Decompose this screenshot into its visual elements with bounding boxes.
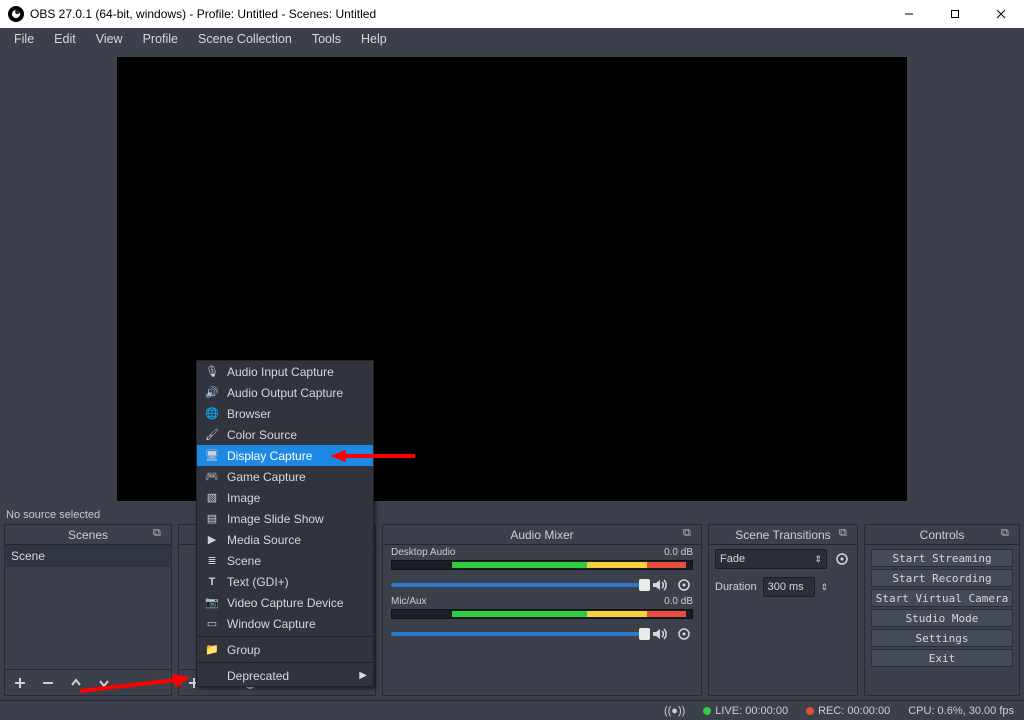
speaker-icon: 🔊	[205, 386, 219, 400]
microphone-icon: 🎙	[205, 365, 219, 379]
menu-help[interactable]: Help	[351, 29, 397, 49]
rec-indicator-icon	[806, 707, 814, 715]
obs-logo-icon	[8, 6, 24, 22]
play-icon: ▶	[205, 533, 219, 547]
ctx-audio-output-capture[interactable]: 🔊Audio Output Capture	[197, 382, 373, 403]
ctx-audio-input-capture[interactable]: 🎙Audio Input Capture	[197, 361, 373, 382]
mixer-track: Mic/Aux 0.0 dB	[383, 594, 701, 643]
popout-icon[interactable]: ⧉	[683, 527, 697, 541]
start-streaming-button[interactable]: Start Streaming	[871, 549, 1013, 567]
settings-button[interactable]: Settings	[871, 629, 1013, 647]
transitions-panel: Scene Transitions ⧉ Fade⇕ Duration 300 ms…	[708, 524, 858, 696]
controls-panel: Controls ⧉ Start Streaming Start Recordin…	[864, 524, 1020, 696]
ctx-deprecated[interactable]: Deprecated▶	[197, 665, 373, 686]
popout-icon[interactable]: ⧉	[1001, 527, 1015, 541]
slideshow-icon: ▤	[205, 512, 219, 526]
globe-icon: 🌐	[205, 407, 219, 421]
ctx-media-source[interactable]: ▶Media Source	[197, 529, 373, 550]
window-close-button[interactable]	[978, 0, 1024, 28]
gamepad-icon: 🎮	[205, 470, 219, 484]
window-titlebar: OBS 27.0.1 (64-bit, windows) - Profile: …	[0, 0, 1024, 28]
mixer-track-name: Mic/Aux	[391, 596, 427, 607]
ctx-color-source[interactable]: 🖌Color Source	[197, 424, 373, 445]
mixer-track-db: 0.0 dB	[664, 547, 693, 558]
audio-mixer-panel: Audio Mixer ⧉ Desktop Audio 0.0 dB Mic/Aux…	[382, 524, 702, 696]
add-scene-button[interactable]	[11, 674, 29, 692]
ctx-video-capture-device[interactable]: 📷Video Capture Device	[197, 592, 373, 613]
volume-slider[interactable]	[391, 583, 645, 587]
transition-settings-button[interactable]	[833, 550, 851, 568]
volume-slider[interactable]	[391, 632, 645, 636]
annotation-arrow	[330, 448, 415, 464]
camera-icon: 📷	[205, 596, 219, 610]
ctx-browser[interactable]: 🌐Browser	[197, 403, 373, 424]
window-icon: ▭	[205, 617, 219, 631]
track-settings-button[interactable]	[675, 625, 693, 643]
remove-scene-button[interactable]	[39, 674, 57, 692]
start-recording-button[interactable]: Start Recording	[871, 569, 1013, 587]
text-icon: T	[205, 575, 219, 589]
scenes-panel: Scenes ⧉ Scene	[4, 524, 172, 696]
ctx-image[interactable]: ▧Image	[197, 487, 373, 508]
menu-edit[interactable]: Edit	[44, 29, 86, 49]
window-maximize-button[interactable]	[932, 0, 978, 28]
mute-button[interactable]	[651, 625, 669, 643]
window-title: OBS 27.0.1 (64-bit, windows) - Profile: …	[30, 7, 376, 21]
studio-mode-button[interactable]: Studio Mode	[871, 609, 1013, 627]
audio-meter	[391, 609, 693, 619]
menu-file[interactable]: File	[4, 29, 44, 49]
mixer-track-db: 0.0 dB	[664, 596, 693, 607]
menu-profile[interactable]: Profile	[133, 29, 188, 49]
track-settings-button[interactable]	[675, 576, 693, 594]
live-indicator-icon	[703, 707, 711, 715]
mixer-track: Desktop Audio 0.0 dB	[383, 545, 701, 594]
ctx-group[interactable]: 📁Group	[197, 639, 373, 660]
scene-icon: ≣	[205, 554, 219, 568]
mixer-panel-title: Audio Mixer	[510, 528, 573, 542]
cpu-status: CPU: 0.6%, 30.00 fps	[908, 705, 1014, 717]
scene-item[interactable]: Scene	[5, 545, 171, 567]
mute-button[interactable]	[651, 576, 669, 594]
annotation-arrow	[80, 674, 190, 694]
rec-status: REC: 00:00:00	[818, 705, 890, 717]
popout-icon[interactable]: ⧉	[839, 527, 853, 541]
ctx-game-capture[interactable]: 🎮Game Capture	[197, 466, 373, 487]
controls-panel-title: Controls	[920, 528, 965, 542]
live-status: LIVE: 00:00:00	[715, 705, 788, 717]
transitions-panel-title: Scene Transitions	[735, 528, 830, 542]
popout-icon[interactable]: ⧉	[153, 527, 167, 541]
ctx-scene[interactable]: ≣Scene	[197, 550, 373, 571]
menubar: File Edit View Profile Scene Collection …	[0, 28, 1024, 50]
window-minimize-button[interactable]	[886, 0, 932, 28]
add-source-context-menu: 🎙Audio Input Capture 🔊Audio Output Captu…	[196, 360, 374, 687]
folder-icon: 📁	[205, 643, 219, 657]
exit-button[interactable]: Exit	[871, 649, 1013, 667]
no-source-label: No source selected	[0, 504, 1024, 524]
ctx-image-slide-show[interactable]: ▤Image Slide Show	[197, 508, 373, 529]
scenes-panel-title: Scenes	[68, 528, 108, 542]
preview-area	[0, 50, 1024, 504]
brush-icon: 🖌	[205, 428, 219, 442]
statusbar: ((●)) LIVE: 00:00:00 REC: 00:00:00 CPU: …	[0, 700, 1024, 720]
menu-tools[interactable]: Tools	[302, 29, 351, 49]
image-icon: ▧	[205, 491, 219, 505]
menu-view[interactable]: View	[86, 29, 133, 49]
mixer-track-name: Desktop Audio	[391, 547, 456, 558]
monitor-icon: 🖥	[205, 449, 219, 463]
duration-label: Duration	[715, 581, 757, 593]
audio-meter	[391, 560, 693, 570]
broadcast-icon: ((●))	[664, 705, 685, 717]
ctx-window-capture[interactable]: ▭Window Capture	[197, 613, 373, 634]
transition-select[interactable]: Fade⇕	[715, 549, 827, 569]
menu-scene-collection[interactable]: Scene Collection	[188, 29, 302, 49]
ctx-text-gdi[interactable]: TText (GDI+)	[197, 571, 373, 592]
start-virtual-camera-button[interactable]: Start Virtual Camera	[871, 589, 1013, 607]
duration-input[interactable]: 300 ms	[763, 577, 815, 597]
submenu-arrow-icon: ▶	[359, 670, 367, 681]
